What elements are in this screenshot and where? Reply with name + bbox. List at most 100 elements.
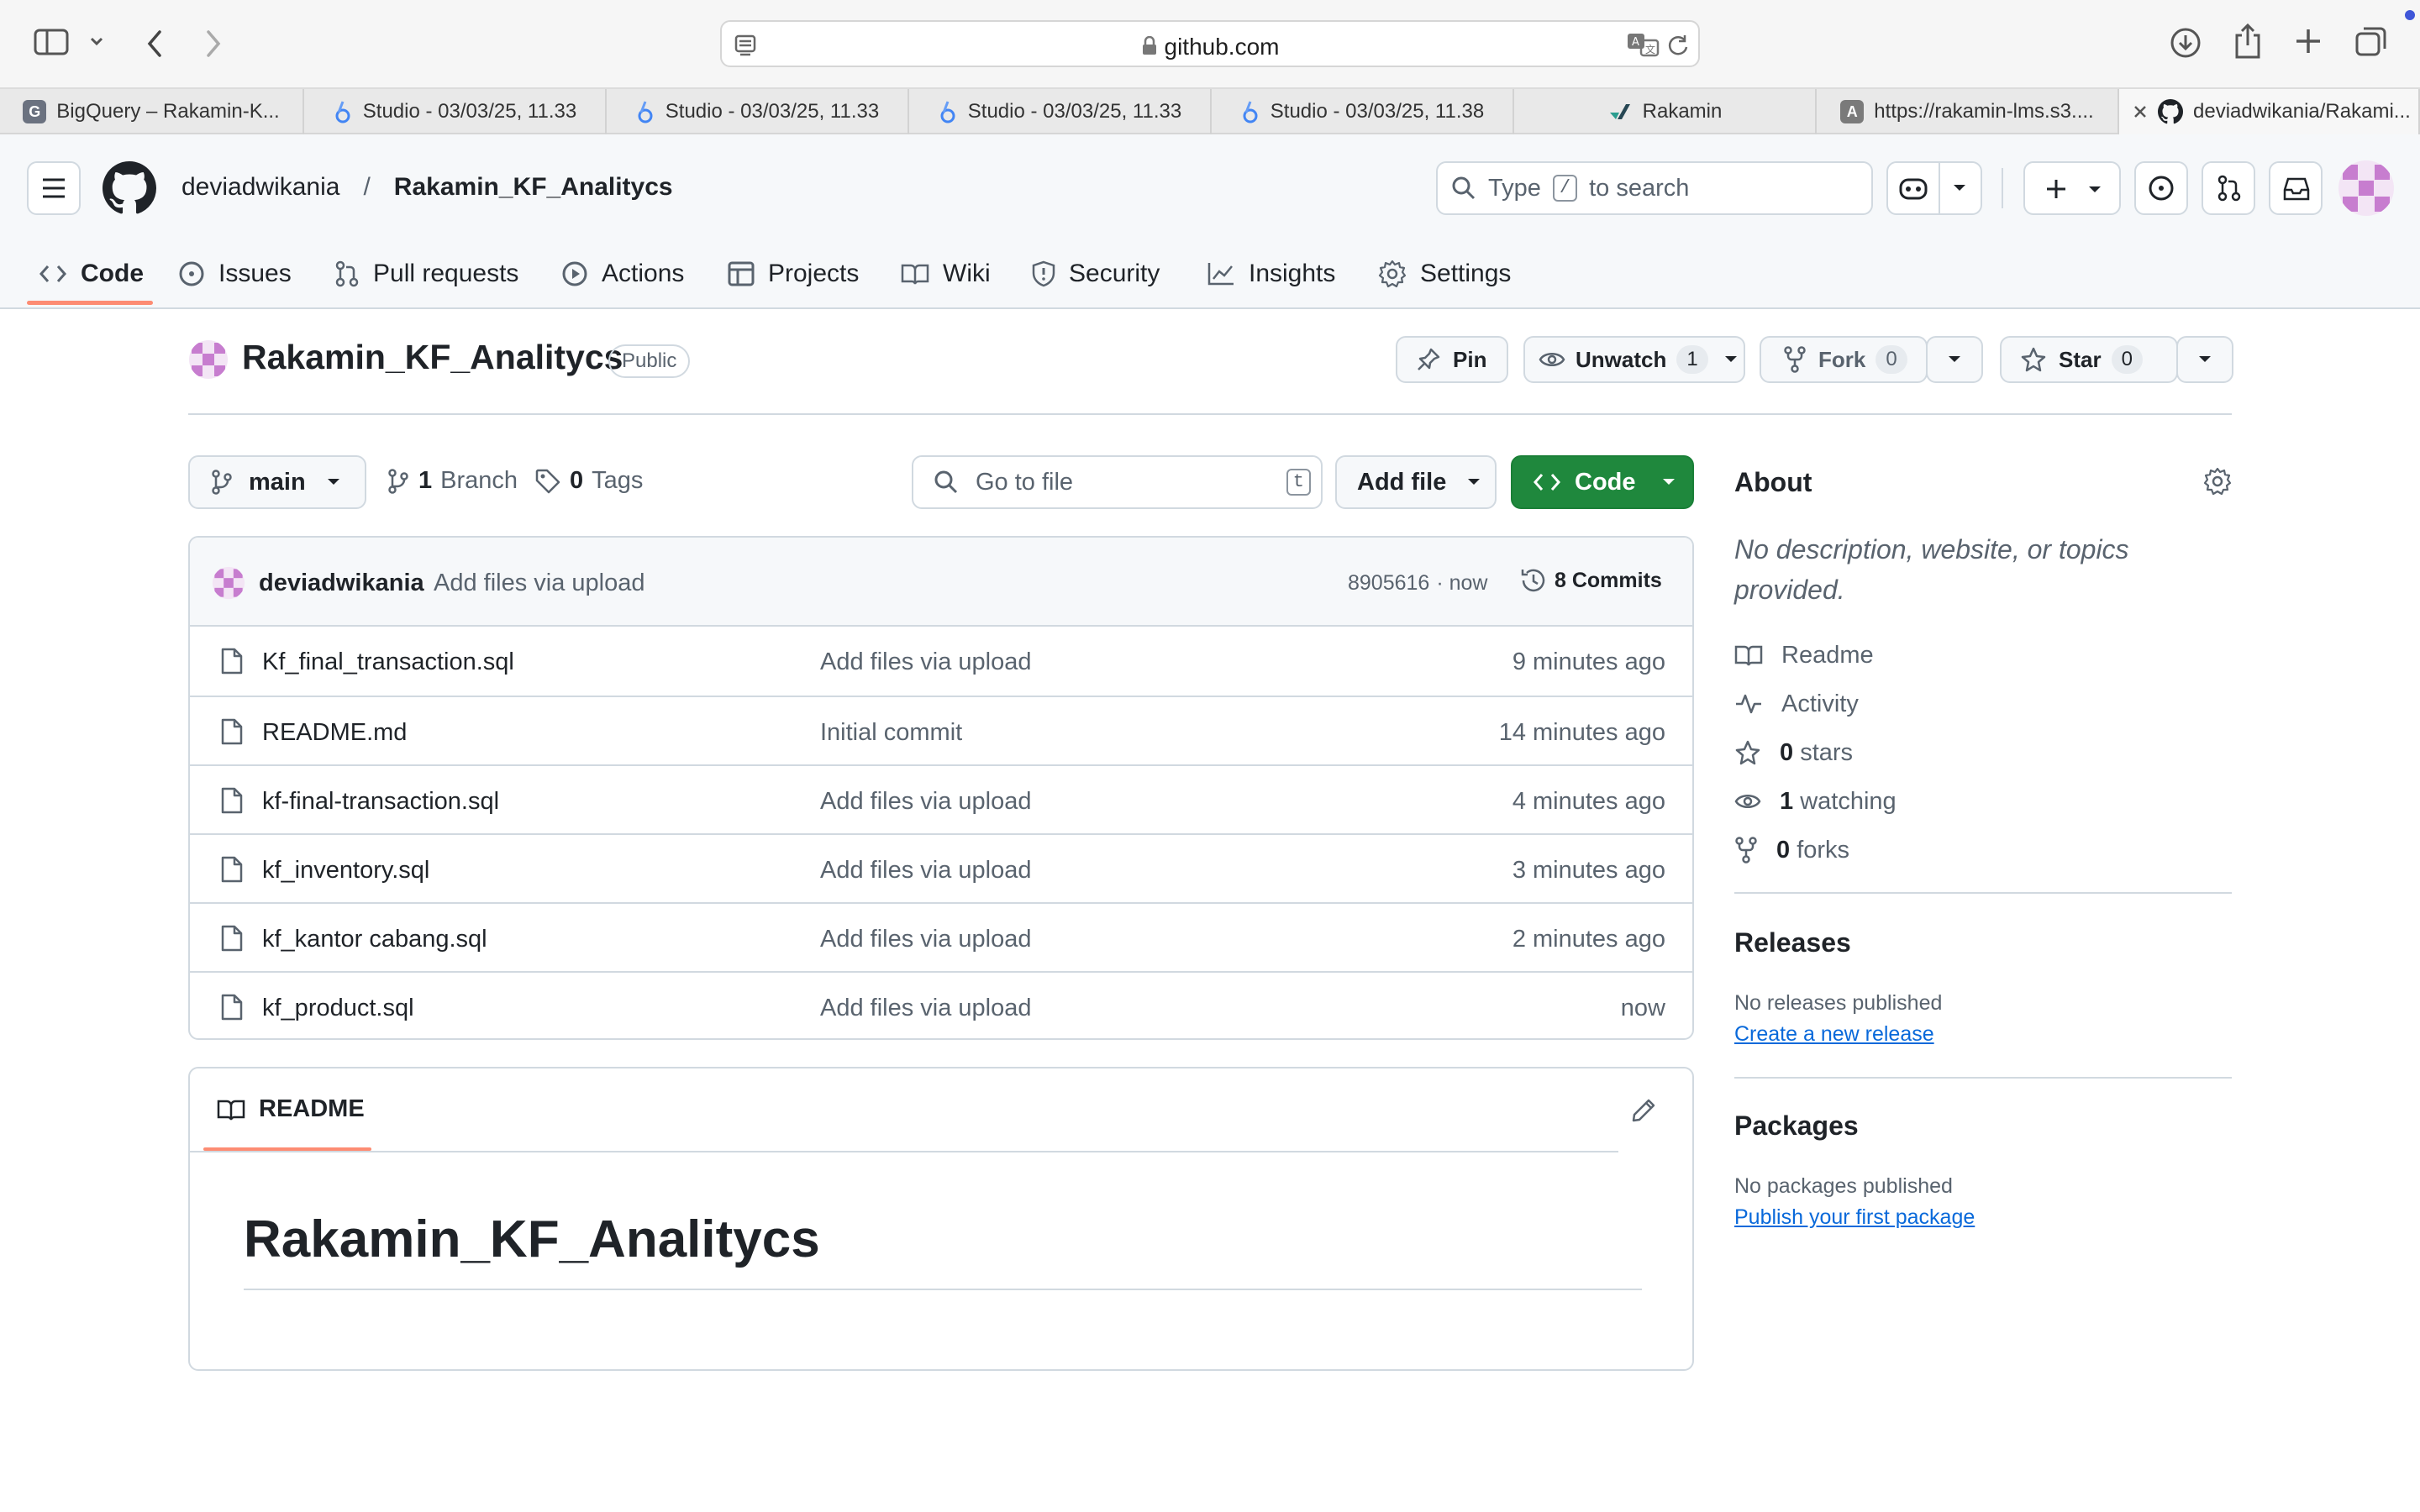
- create-new-button[interactable]: [2023, 161, 2121, 215]
- book-icon: [901, 264, 929, 285]
- file-commit-message[interactable]: Add files via upload: [820, 648, 1032, 676]
- edit-readme-icon[interactable]: [1630, 1097, 1657, 1124]
- issues-button[interactable]: [2134, 161, 2188, 215]
- file-commit-message[interactable]: Add files via upload: [820, 788, 1032, 816]
- browser-tab[interactable]: Studio - 03/03/25, 11.33: [304, 89, 607, 134]
- copilot-button[interactable]: [1886, 161, 1982, 215]
- table-row[interactable]: kf_product.sql Add files via upload now: [190, 971, 1692, 1038]
- browser-tab-label: Studio - 03/03/25, 11.33: [362, 100, 577, 123]
- browser-tab[interactable]: G BigQuery – Rakamin-K...: [0, 89, 304, 134]
- tab-wiki[interactable]: Wiki: [901, 252, 991, 296]
- table-row[interactable]: README.md Initial commit 14 minutes ago: [190, 696, 1692, 764]
- browser-tab[interactable]: Rakamin: [1514, 89, 1817, 134]
- close-icon[interactable]: [2133, 104, 2148, 119]
- breadcrumb-separator: /: [363, 173, 371, 201]
- tab-settings[interactable]: Settings: [1378, 252, 1511, 296]
- search-input[interactable]: Type / to search: [1436, 161, 1873, 215]
- tab-overview-icon[interactable]: [2354, 25, 2388, 57]
- stars-link[interactable]: 0 stars: [1734, 736, 1853, 769]
- new-tab-icon[interactable]: [2294, 27, 2323, 55]
- fork-button[interactable]: Fork 0: [1760, 336, 1928, 383]
- address-bar[interactable]: github.com A文: [720, 20, 1700, 67]
- chevron-down-icon[interactable]: [89, 35, 104, 47]
- share-icon[interactable]: [2233, 24, 2262, 59]
- pull-requests-button[interactable]: [2202, 161, 2255, 215]
- table-row[interactable]: kf-final-transaction.sql Add files via u…: [190, 764, 1692, 833]
- publish-package-link[interactable]: Publish your first package: [1734, 1205, 1975, 1230]
- packages-heading[interactable]: Packages: [1734, 1110, 1859, 1142]
- releases-empty-text: No releases published: [1734, 991, 1943, 1015]
- github-logo-icon[interactable]: [103, 161, 156, 215]
- repo-link[interactable]: Rakamin_KF_Analitycs: [394, 173, 673, 202]
- history-icon: [1521, 569, 1545, 592]
- eye-icon: [1734, 795, 1761, 808]
- download-icon[interactable]: [2170, 27, 2202, 59]
- reload-icon[interactable]: [1666, 34, 1690, 57]
- avatar[interactable]: [2338, 160, 2395, 217]
- pin-button[interactable]: Pin: [1396, 336, 1508, 383]
- tab-code[interactable]: Code: [39, 252, 144, 296]
- forward-icon[interactable]: [203, 29, 224, 59]
- tab-projects[interactable]: Projects: [728, 252, 859, 296]
- branch-selector[interactable]: main: [188, 455, 366, 509]
- file-name[interactable]: kf_product.sql: [262, 995, 414, 1022]
- tags-link[interactable]: 0 Tags: [534, 467, 643, 495]
- commit-hash[interactable]: 8905616: [1348, 571, 1429, 596]
- commit-author-avatar[interactable]: [212, 566, 245, 600]
- tag-label: Tags: [592, 467, 644, 494]
- table-row[interactable]: kf_kantor cabang.sql Add files via uploa…: [190, 902, 1692, 971]
- tab-insights[interactable]: Insights: [1207, 252, 1335, 296]
- file-name[interactable]: kf-final-transaction.sql: [262, 788, 499, 816]
- tab-actions[interactable]: Actions: [561, 252, 684, 296]
- repo-title[interactable]: Rakamin_KF_Analitycs: [242, 338, 623, 377]
- branches-link[interactable]: 1 Branch: [387, 467, 518, 495]
- code-button[interactable]: Code: [1511, 455, 1694, 509]
- go-to-file-input[interactable]: Go to file t: [912, 455, 1323, 509]
- tab-label: Code: [81, 260, 144, 287]
- star-button[interactable]: Star 0: [2000, 336, 2178, 383]
- tab-label: Pull requests: [373, 260, 519, 287]
- gear-icon[interactable]: [2203, 467, 2232, 496]
- table-row[interactable]: Kf_final_transaction.sql Add files via u…: [190, 627, 1692, 696]
- translate-icon[interactable]: A文: [1626, 32, 1660, 57]
- star-dropdown-button[interactable]: [2176, 336, 2233, 383]
- readme-link[interactable]: Readme: [1734, 638, 1874, 672]
- browser-tab[interactable]: A https://rakamin-lms.s3....: [1817, 89, 2119, 134]
- browser-tab-active[interactable]: deviadwikania/Rakami...: [2119, 89, 2420, 134]
- activity-link[interactable]: Activity: [1734, 687, 1859, 721]
- browser-tab[interactable]: Studio - 03/03/25, 11.38: [1212, 89, 1514, 134]
- unwatch-button[interactable]: Unwatch 1: [1523, 336, 1745, 383]
- sidebar-toggle-icon[interactable]: [34, 29, 69, 55]
- table-row[interactable]: kf_inventory.sql Add files via upload 3 …: [190, 833, 1692, 902]
- file-name[interactable]: kf_inventory.sql: [262, 857, 429, 885]
- menu-button[interactable]: [27, 161, 81, 215]
- releases-heading[interactable]: Releases: [1734, 927, 1851, 958]
- commit-message[interactable]: Add files via upload: [434, 570, 645, 597]
- watching-link[interactable]: 1 watching: [1734, 785, 1897, 818]
- create-release-link[interactable]: Create a new release: [1734, 1022, 1934, 1047]
- file-name[interactable]: kf_kantor cabang.sql: [262, 926, 487, 953]
- tab-label: Issues: [218, 260, 292, 287]
- commit-author[interactable]: deviadwikania: [259, 570, 424, 597]
- file-commit-message[interactable]: Add files via upload: [820, 995, 1032, 1022]
- tab-pull-requests[interactable]: Pull requests: [334, 252, 518, 296]
- file-name[interactable]: Kf_final_transaction.sql: [262, 648, 514, 676]
- activity-link-label: Activity: [1781, 690, 1859, 717]
- fork-dropdown-button[interactable]: [1926, 336, 1983, 383]
- readme-tab[interactable]: README: [217, 1095, 365, 1123]
- browser-tab[interactable]: Studio - 03/03/25, 11.33: [909, 89, 1212, 134]
- file-name[interactable]: README.md: [262, 719, 407, 747]
- add-file-button[interactable]: Add file: [1335, 455, 1497, 509]
- browser-tab[interactable]: Studio - 03/03/25, 11.33: [607, 89, 909, 134]
- tab-issues[interactable]: Issues: [178, 252, 292, 296]
- owner-link[interactable]: deviadwikania: [182, 173, 339, 202]
- inbox-button[interactable]: [2269, 161, 2323, 215]
- back-icon[interactable]: [145, 29, 165, 59]
- tab-security[interactable]: Security: [1032, 252, 1160, 296]
- file-commit-message[interactable]: Add files via upload: [820, 857, 1032, 885]
- file-commit-message[interactable]: Add files via upload: [820, 926, 1032, 953]
- forks-link[interactable]: 0 forks: [1734, 833, 1849, 867]
- file-commit-message[interactable]: Initial commit: [820, 719, 962, 747]
- breadcrumb: deviadwikania / Rakamin_KF_Analitycs: [182, 173, 673, 202]
- commits-link[interactable]: 8 Commits: [1519, 566, 1662, 595]
